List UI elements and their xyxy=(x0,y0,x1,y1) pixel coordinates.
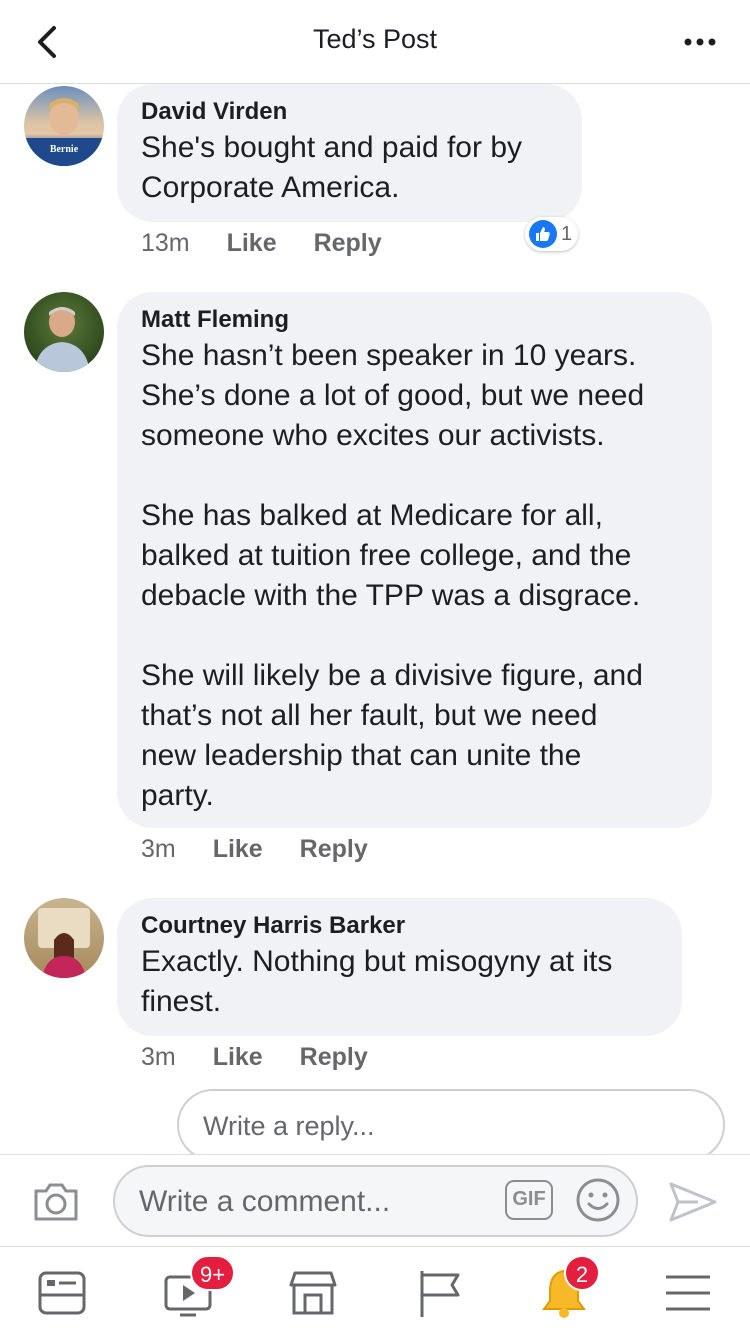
comment-time: 3m xyxy=(141,835,176,863)
comment-time: 3m xyxy=(141,1043,176,1071)
comment-bubble[interactable]: Courtney Harris Barker Exactly. Nothing … xyxy=(117,898,682,1036)
comment-bubble[interactable]: Matt Fleming She hasn’t been speaker in … xyxy=(117,292,712,828)
like-button[interactable]: Like xyxy=(213,1043,263,1071)
page-title: Ted’s Post xyxy=(312,24,438,54)
comment-meta: 3m Like Reply xyxy=(141,835,398,864)
reply-input[interactable]: Write a reply... xyxy=(177,1089,725,1161)
avatar[interactable] xyxy=(24,898,104,978)
comment-text: Exactly. Nothing but misogyny at its fin… xyxy=(141,945,613,1018)
notifications-badge: 2 xyxy=(564,1255,600,1291)
avatar-image: Bernie xyxy=(24,98,104,166)
more-dots-icon[interactable] xyxy=(680,22,720,62)
comment-meta: 3m Like Reply xyxy=(141,1043,398,1072)
reaction-badge[interactable]: 1 xyxy=(525,217,579,251)
avatar-image xyxy=(38,908,90,978)
reply-button[interactable]: Reply xyxy=(300,835,368,863)
pages-flag-icon[interactable] xyxy=(412,1265,468,1321)
gif-button[interactable]: GIF xyxy=(505,1180,553,1220)
avatar[interactable]: Bernie xyxy=(24,86,104,166)
thumbs-up-icon xyxy=(529,220,557,248)
comment-input[interactable]: Write a comment... GIF xyxy=(113,1165,638,1237)
comment-input-placeholder: Write a comment... xyxy=(139,1185,391,1218)
comment-courtney-harris-barker: Courtney Harris Barker Exactly. Nothing … xyxy=(0,898,750,1078)
header-bar: Ted’s Post xyxy=(0,0,750,84)
comment-composer: Write a comment... GIF xyxy=(0,1154,750,1246)
comment-bubble[interactable]: David Virden She's bought and paid for b… xyxy=(117,84,582,222)
menu-icon[interactable] xyxy=(660,1265,716,1321)
send-icon[interactable] xyxy=(668,1181,718,1223)
marketplace-icon[interactable] xyxy=(285,1265,341,1321)
video-badge: 9+ xyxy=(190,1255,236,1291)
camera-icon[interactable] xyxy=(32,1179,80,1223)
avatar[interactable] xyxy=(24,292,104,372)
comment-matt-fleming: Matt Fleming She hasn’t been speaker in … xyxy=(0,292,750,882)
reply-button[interactable]: Reply xyxy=(314,229,382,257)
emoji-icon[interactable] xyxy=(575,1177,621,1223)
avatar-caption: Bernie xyxy=(50,144,79,155)
comment-time: 13m xyxy=(141,229,190,257)
avatar-image xyxy=(34,307,90,372)
reaction-count: 1 xyxy=(561,222,573,245)
comment-author[interactable]: Matt Fleming xyxy=(141,304,688,336)
like-button[interactable]: Like xyxy=(213,835,263,863)
like-button[interactable]: Like xyxy=(227,229,277,257)
comment-text: She's bought and paid for by Corporate A… xyxy=(141,131,523,204)
comment-text: She hasn’t been speaker in 10 years. She… xyxy=(141,339,645,812)
bottom-tab-bar: 9+ 2 xyxy=(0,1246,750,1334)
comment-david-virden: Bernie David Virden She's bought and pai… xyxy=(0,84,750,284)
comment-author[interactable]: David Virden xyxy=(141,96,558,128)
comment-author[interactable]: Courtney Harris Barker xyxy=(141,910,658,942)
reply-button[interactable]: Reply xyxy=(300,1043,368,1071)
comment-meta: 13m Like Reply xyxy=(141,229,412,258)
news-feed-icon[interactable] xyxy=(34,1265,90,1321)
